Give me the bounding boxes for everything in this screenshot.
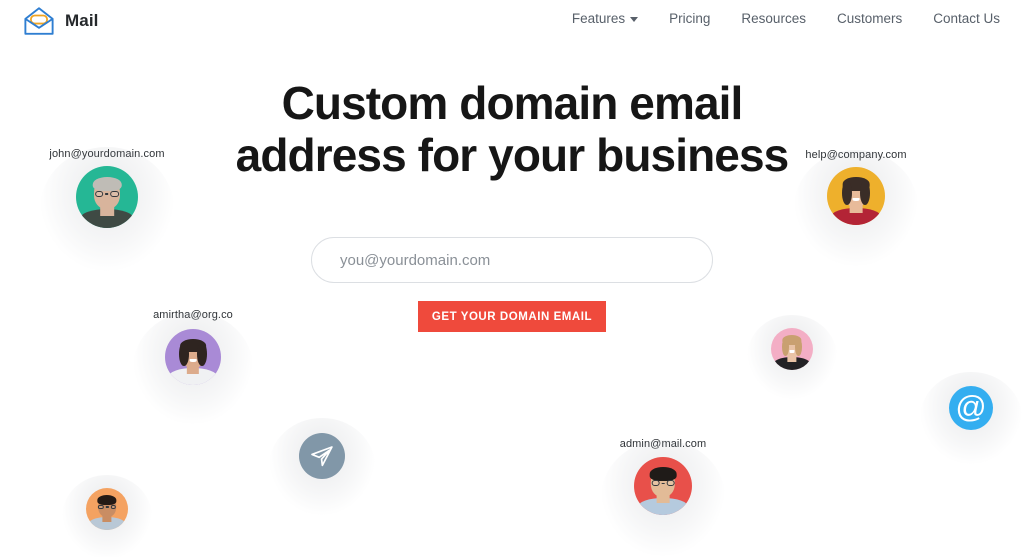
glasses-icon xyxy=(95,190,119,198)
nav-item-customers[interactable]: Customers xyxy=(837,11,902,26)
headline-line-1: Custom domain email xyxy=(281,77,744,129)
floating-avatar-orange-small xyxy=(61,475,153,557)
chevron-down-icon xyxy=(630,17,639,22)
avatar-portrait xyxy=(771,328,813,370)
email-input[interactable] xyxy=(311,237,713,283)
page-title: Custom domain email address for your bus… xyxy=(0,77,1024,182)
brand-logo-link[interactable]: Mail xyxy=(22,4,98,38)
get-domain-email-button[interactable]: GET YOUR DOMAIN EMAIL xyxy=(418,301,606,332)
landing-page: Mail Features Pricing Resources Customer… xyxy=(0,0,1024,557)
at-glyph: @ xyxy=(955,388,987,424)
paper-plane-glyph xyxy=(311,446,333,467)
avatar xyxy=(86,488,128,530)
headline-line-2: address for your business xyxy=(235,128,790,181)
site-header: Mail Features Pricing Resources Customer… xyxy=(0,0,1024,48)
main-navigation: Features Pricing Resources Customers Con… xyxy=(572,11,1000,26)
nav-label-features: Features xyxy=(571,11,626,26)
nav-item-resources[interactable]: Resources xyxy=(741,11,806,26)
nav-item-pricing[interactable]: Pricing xyxy=(669,11,710,26)
nav-item-contact-us[interactable]: Contact Us xyxy=(933,11,1000,26)
avatar-email-label: admin@mail.com xyxy=(619,438,707,450)
glasses-icon xyxy=(97,504,117,510)
floating-at-badge: @ xyxy=(920,371,1022,465)
floating-avatar-pink-small xyxy=(746,315,838,400)
glasses-icon xyxy=(651,480,675,487)
avatar-portrait xyxy=(634,457,692,515)
signup-form: GET YOUR DOMAIN EMAIL xyxy=(0,237,1024,332)
floating-avatar-admin: admin@mail.com xyxy=(600,438,726,556)
avatar xyxy=(771,328,813,370)
avatar xyxy=(634,457,692,515)
paper-plane-icon xyxy=(299,433,345,479)
floating-send-badge xyxy=(269,418,375,515)
avatar-portrait xyxy=(86,488,128,530)
hero-section: Custom domain email address for your bus… xyxy=(0,77,1024,182)
avatar xyxy=(165,329,221,385)
open-envelope-icon xyxy=(24,7,54,35)
brand-name: Mail xyxy=(65,11,99,30)
nav-item-features[interactable]: Features xyxy=(571,11,639,26)
avatar-portrait xyxy=(165,329,221,385)
at-sign-icon: @ xyxy=(949,386,993,430)
